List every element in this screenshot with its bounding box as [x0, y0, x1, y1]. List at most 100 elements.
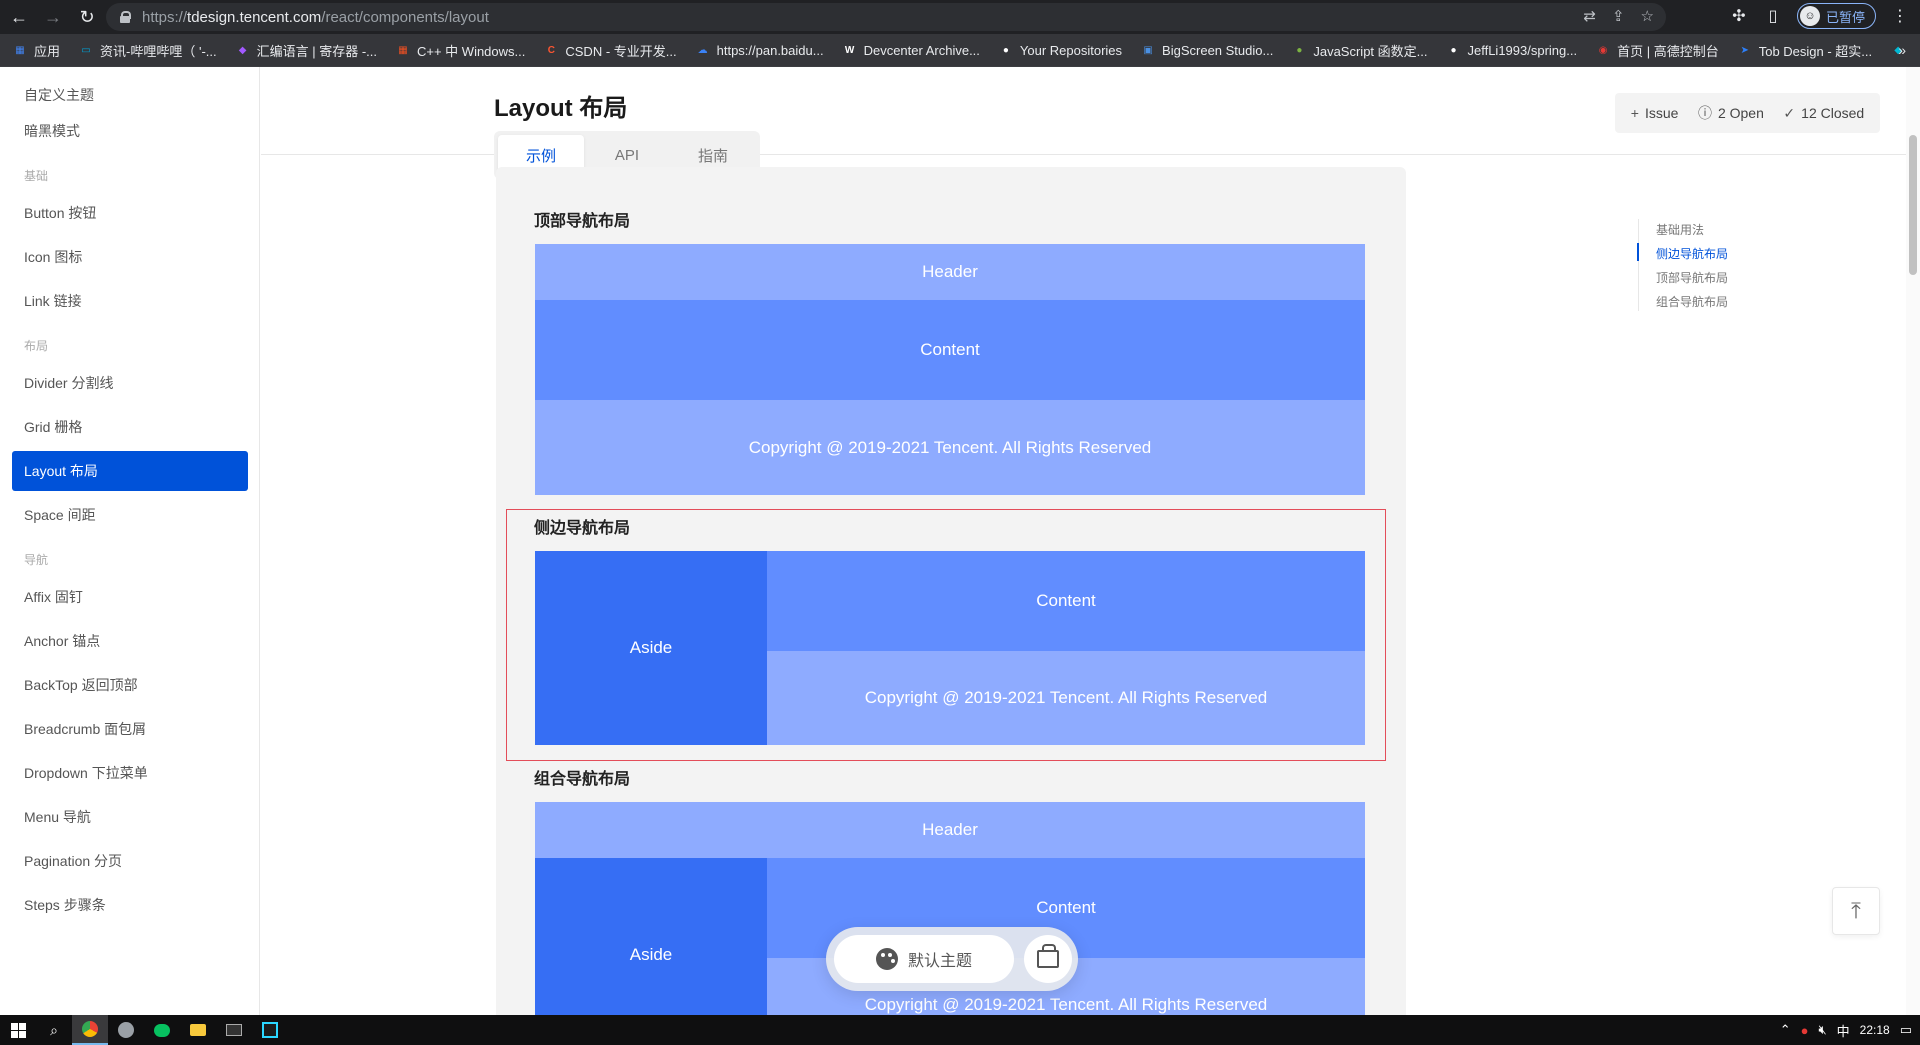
open-issues-link[interactable]: ⓘ 2 Open [1698, 103, 1764, 123]
theme-button[interactable]: 默认主题 [834, 935, 1014, 983]
sidebar-item[interactable]: Space 间距 [12, 495, 248, 535]
sidebar-item[interactable]: Link 链接 [12, 281, 248, 321]
layout-footer: Copyright @ 2019-2021 Tencent. All Right… [535, 400, 1365, 495]
webstorm-icon[interactable] [252, 1015, 288, 1045]
translate-icon[interactable]: ⇄ [1583, 7, 1596, 25]
taskbar: ⌕ ⌃ ● 🔇︎ 中 22:18 ▭ [0, 1015, 1920, 1045]
bookmark-item[interactable]: ➤ Tob Design - 超实... [1737, 41, 1873, 60]
bookmark-item[interactable]: ● JavaScript 函数定... [1291, 41, 1427, 60]
sidebar-item[interactable]: Affix 固钉 [12, 577, 248, 617]
bookmark-item[interactable]: C CSDN - 专业开发... [543, 41, 677, 60]
sidebar-item[interactable]: Button 按钮 [12, 193, 248, 233]
anchor-active-bar [1637, 243, 1639, 261]
url-text[interactable]: https://tdesign.tencent.com/react/compon… [142, 9, 489, 26]
bookmark-favicon-icon: ▣ [1143, 44, 1153, 56]
clock[interactable]: 22:18 [1860, 1023, 1890, 1037]
notification-icon[interactable]: ▭ [1900, 1022, 1912, 1038]
bookmark-label: 汇编语言 | 寄存器 -... [256, 43, 377, 59]
layout-content: Content [535, 300, 1365, 400]
sidebar-item[interactable]: Anchor 锚点 [12, 621, 248, 661]
closed-issues-link[interactable]: ✓ 12 Closed [1783, 105, 1864, 122]
lock-icon[interactable] [120, 11, 131, 23]
scrollbar[interactable] [1906, 67, 1920, 1015]
anchor-link[interactable]: 组合导航布局 [1656, 293, 1728, 310]
bookmark-item[interactable]: ▣ BigScreen Studio... [1140, 42, 1273, 58]
share-icon[interactable]: ⇪ [1612, 7, 1625, 25]
plus-icon: + [1630, 105, 1639, 121]
sidebar-item[interactable]: Divider 分割线 [12, 363, 248, 403]
bookmark-label: 资讯-哔哩哔哩（ '-... [100, 43, 217, 59]
wechat-icon[interactable] [144, 1015, 180, 1045]
bookmark-label: BigScreen Studio... [1162, 42, 1274, 58]
theme-store-button[interactable] [1024, 935, 1072, 983]
bookmark-favicon-icon: ● [1002, 44, 1009, 56]
terminal-icon[interactable] [216, 1015, 252, 1045]
sidebar-item[interactable]: BackTop 返回顶部 [12, 665, 248, 705]
start-button[interactable] [0, 1015, 36, 1045]
volume-mute-icon[interactable]: 🔇︎ [1818, 1022, 1826, 1038]
back-to-top-button[interactable]: ⤒ [1832, 887, 1880, 935]
more-menu-icon[interactable]: ⋮ [1890, 6, 1910, 26]
bookmark-item[interactable]: ☁ https://pan.baidu... [695, 42, 824, 58]
arrow-up-icon: ⤒ [1851, 898, 1861, 923]
sidebar-item[interactable]: Menu 导航 [12, 797, 248, 837]
extensions-icon[interactable]: ✣ [1729, 6, 1749, 26]
sidebar-item[interactable]: Steps 步骤条 [12, 885, 248, 925]
sidebar-item[interactable]: Dropdown 下拉菜单 [12, 753, 248, 793]
folder-icon[interactable] [180, 1015, 216, 1045]
bookmark-label: JeffLi1993/spring... [1467, 42, 1578, 58]
profile-status: 已暂停 [1825, 9, 1865, 25]
sidebar-item[interactable]: Icon 图标 [12, 237, 248, 277]
bookmark-favicon-icon: ◆ [238, 44, 247, 56]
anchor-line [1638, 219, 1639, 311]
bookmark-item[interactable]: ▭ 资讯-哔哩哔哩（ '-... [78, 41, 217, 60]
bookmark-item[interactable]: W Devcenter Archive... [842, 42, 980, 58]
bookmark-item[interactable]: ▦ C++ 中 Windows... [395, 41, 525, 60]
bookmark-favicon-icon: ▦ [398, 44, 408, 56]
reload-icon[interactable]: ↻ [72, 2, 102, 32]
sidebar-item[interactable]: Breadcrumb 面包屑 [12, 709, 248, 749]
demo-title-combined-nav: 组合导航布局 [534, 771, 631, 788]
bookmark-favicon-icon: ● [1450, 44, 1457, 56]
bookmark-star-icon[interactable]: ☆ [1641, 7, 1654, 25]
sidebar-item[interactable]: 自定义主题 [12, 75, 248, 115]
bookmark-item[interactable]: ● JeffLi1993/spring... [1445, 42, 1577, 58]
chrome-icon[interactable] [72, 1015, 108, 1045]
sidebar-item[interactable]: Pagination 分页 [12, 841, 248, 881]
anchor-link[interactable]: 基础用法 [1656, 221, 1704, 238]
info-circle-icon: ⓘ [1697, 105, 1712, 121]
bookmark-label: Tob Design - 超实... [1758, 43, 1873, 59]
bookmarks-more-icon[interactable]: » [1898, 42, 1906, 58]
profile-button[interactable]: ☺ 已暂停 [1796, 3, 1876, 29]
bookmark-label: 应用 [34, 43, 61, 59]
bookmark-item[interactable]: ▦ 应用 [12, 41, 60, 60]
bookmark-item[interactable]: ◆ 汇编语言 | 寄存器 -... [235, 41, 377, 60]
scrollbar-thumb[interactable] [1909, 135, 1917, 275]
side-panel-icon[interactable]: ▯ [1763, 6, 1783, 26]
bookmark-favicon-icon: ☁ [697, 44, 708, 56]
forward-icon[interactable]: → [38, 2, 68, 32]
page: 自定义主题 暗黑模式 基础 Button 按钮 Icon 图标 Link 链接 布局 Divi… [0, 67, 1920, 1015]
sidebar: 自定义主题 暗黑模式 基础 Button 按钮 Icon 图标 Link 链接 布局 Divi… [0, 67, 260, 1015]
bookmark-item[interactable]: ◉ 首页 | 高德控制台 [1595, 41, 1719, 60]
address-bar[interactable]: https://tdesign.tencent.com/react/compon… [106, 3, 1666, 31]
qq-icon[interactable]: ● [1801, 1023, 1809, 1038]
app-icon[interactable] [108, 1015, 144, 1045]
anchor-link[interactable]: 侧边导航布局 [1656, 245, 1728, 262]
demo-title-top-nav: 顶部导航布局 [534, 213, 631, 230]
bookmark-favicon-icon: W [844, 44, 855, 56]
anchor-link[interactable]: 顶部导航布局 [1656, 269, 1728, 286]
layout-aside: Aside [535, 858, 767, 1015]
sidebar-item[interactable]: 暗黑模式 [12, 111, 248, 151]
theme-toolbar: 默认主题 [826, 927, 1078, 991]
ime-indicator[interactable]: 中 [1837, 1021, 1850, 1040]
search-icon[interactable]: ⌕ [36, 1015, 72, 1045]
sidebar-item[interactable]: Grid 栅格 [12, 407, 248, 447]
bookmark-item[interactable]: ● Your Repositories [998, 42, 1122, 58]
layout-header: Header [535, 802, 1365, 858]
tray-expand-icon[interactable]: ⌃ [1780, 1022, 1791, 1038]
bookmark-label: CSDN - 专业开发... [565, 43, 677, 59]
new-issue-button[interactable]: + Issue [1631, 105, 1679, 121]
back-icon[interactable]: ← [4, 2, 34, 32]
sidebar-item[interactable]: Layout 布局 [12, 451, 248, 491]
